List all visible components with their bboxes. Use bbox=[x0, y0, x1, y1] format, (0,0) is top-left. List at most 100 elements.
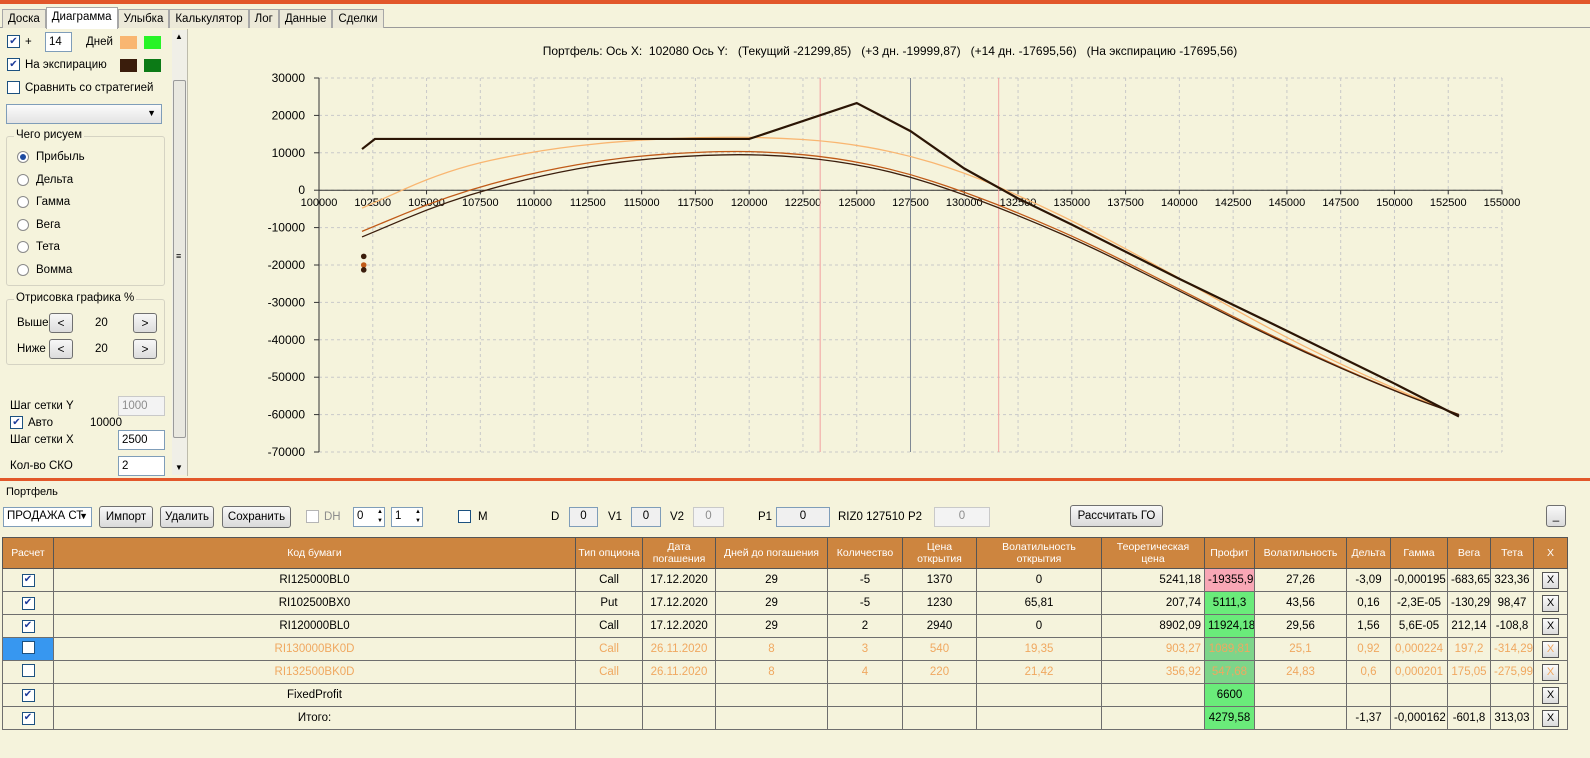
col-vol-header[interactable]: Волатильность bbox=[1254, 537, 1347, 569]
expiry-color-1-swatch[interactable] bbox=[120, 59, 137, 72]
tab-log[interactable]: Лог bbox=[248, 9, 279, 28]
cell-profit: -19355,9 bbox=[1204, 568, 1255, 592]
radio-theta[interactable]: Тета bbox=[17, 241, 60, 253]
tab-board[interactable]: Доска bbox=[2, 9, 46, 28]
expiry-color-2-swatch[interactable] bbox=[144, 59, 161, 72]
cell-profit: 6600 bbox=[1204, 683, 1255, 707]
tab-data[interactable]: Данные bbox=[278, 9, 333, 28]
xstep-input[interactable] bbox=[118, 430, 165, 450]
below-decrease-button[interactable]: < bbox=[49, 339, 73, 359]
col-theta-header[interactable]: Тета bbox=[1490, 537, 1534, 569]
col-theo-header[interactable]: Теоретическая цена bbox=[1101, 537, 1205, 569]
row-delete-button[interactable]: X bbox=[1542, 571, 1559, 589]
above-decrease-button[interactable]: < bbox=[49, 313, 73, 333]
col-calc-header[interactable]: Расчет bbox=[2, 537, 54, 569]
table-row[interactable]: ✔ RI102500BX0 Put 17.12.2020 29 -5 1230 65,81 20… bbox=[2, 591, 1568, 615]
row-calc-checkbox[interactable] bbox=[21, 664, 35, 677]
tab-smile[interactable]: Улыбка bbox=[117, 9, 170, 28]
below-increase-button[interactable]: > bbox=[133, 339, 157, 359]
col-open-header[interactable]: Цена открытия bbox=[902, 537, 977, 569]
plus-days-color-2-swatch[interactable] bbox=[144, 36, 161, 49]
cell-gamma: -2,3E-05 bbox=[1390, 591, 1448, 615]
import-button[interactable]: Импорт bbox=[99, 506, 153, 528]
table-row[interactable]: ✔ RI125000BL0 Call 17.12.2020 29 -5 1370 0 5241,… bbox=[2, 568, 1568, 592]
row-calc-checkbox[interactable] bbox=[21, 641, 35, 654]
col-type-header[interactable]: Тип опциона bbox=[575, 537, 643, 569]
scroll-down-icon[interactable]: ▼ bbox=[175, 463, 183, 472]
tab-deals[interactable]: Сделки bbox=[332, 9, 384, 28]
strategy-select[interactable]: ПРОДАЖА СТ ▼ bbox=[3, 507, 92, 527]
col-x-header[interactable]: X bbox=[1533, 537, 1568, 569]
row-calc-checkbox[interactable]: ✔ bbox=[21, 596, 35, 610]
row-calc-checkbox[interactable]: ✔ bbox=[21, 619, 35, 633]
table-row[interactable]: RI132500BK0D Call 26.11.2020 8 4 220 21,42 356,… bbox=[2, 660, 1568, 684]
table-row[interactable]: ✔ RI120000BL0 Call 17.12.2020 29 2 2940 0 8902,0… bbox=[2, 614, 1568, 638]
radio-vomma[interactable]: Вомма bbox=[17, 264, 72, 276]
col-gamma-header[interactable]: Гамма bbox=[1390, 537, 1448, 569]
radio-profit[interactable]: Прибыль bbox=[17, 151, 85, 163]
x-tick-label: 100000 bbox=[301, 197, 338, 209]
m-checkbox[interactable] bbox=[458, 510, 471, 523]
minimize-button[interactable]: _ bbox=[1546, 505, 1566, 527]
v2-value: 0 bbox=[693, 507, 724, 527]
compare-checkbox[interactable] bbox=[7, 81, 20, 94]
ystep-label: Шаг сетки Y bbox=[10, 400, 74, 412]
row-calc-checkbox[interactable]: ✔ bbox=[21, 688, 35, 702]
save-button[interactable]: Сохранить bbox=[222, 506, 291, 528]
row-calc-checkbox[interactable]: ✔ bbox=[21, 711, 35, 725]
dh-spin-1[interactable]: 0 ▲ ▼ bbox=[353, 507, 385, 527]
delete-button[interactable]: Удалить bbox=[160, 506, 214, 528]
row-calc-checkbox[interactable]: ✔ bbox=[21, 573, 35, 587]
settings-scrollbar[interactable]: ▲ ≡ ▼ bbox=[172, 30, 187, 475]
col-qty-header[interactable]: Количество bbox=[827, 537, 903, 569]
cell-vega bbox=[1447, 683, 1491, 707]
table-row[interactable]: RI130000BK0D Call 26.11.2020 8 3 540 19,35 903,… bbox=[2, 637, 1568, 661]
calculate-margin-button[interactable]: Рассчитать ГО bbox=[1070, 505, 1163, 527]
col-volopen-header[interactable]: Волатильность открытия bbox=[976, 537, 1102, 569]
row-delete-button[interactable]: X bbox=[1542, 640, 1559, 658]
radio-gamma[interactable]: Гамма bbox=[17, 196, 70, 208]
scroll-up-icon[interactable]: ▲ bbox=[175, 32, 183, 41]
auto-checkbox[interactable]: ✔ bbox=[10, 416, 23, 429]
current-point bbox=[360, 262, 367, 268]
plus-days-checkbox[interactable]: ✔ bbox=[7, 35, 20, 48]
col-code-header[interactable]: Код бумаги bbox=[53, 537, 576, 569]
col-vega-header[interactable]: Вега bbox=[1447, 537, 1491, 569]
above-increase-button[interactable]: > bbox=[133, 313, 157, 333]
tab-calculator[interactable]: Калькулятор bbox=[169, 9, 249, 28]
ystep-input[interactable] bbox=[118, 396, 165, 416]
cell-days: 29 bbox=[715, 591, 828, 615]
table-row[interactable]: ✔ FixedProfit 6600 X bbox=[2, 683, 1568, 707]
days-input[interactable] bbox=[45, 32, 72, 52]
sko-input[interactable] bbox=[118, 456, 165, 476]
col-days-header[interactable]: Дней до погашения bbox=[715, 537, 828, 569]
x-tick-label: 152500 bbox=[1430, 197, 1467, 209]
scroll-thumb[interactable]: ≡ bbox=[173, 80, 186, 438]
radio-vega[interactable]: Вега bbox=[17, 219, 60, 231]
plus-days-color-1-swatch[interactable] bbox=[120, 36, 137, 49]
row-delete-button[interactable]: X bbox=[1542, 617, 1559, 635]
plus-days-row: ✔ + bbox=[7, 35, 32, 48]
table-row[interactable]: ✔ Итого: 4279,58 -1,37 -0,000162 -601,8 313,03… bbox=[2, 706, 1568, 730]
dh-spin-2[interactable]: 1 ▲ ▼ bbox=[391, 507, 423, 527]
row-delete-button[interactable]: X bbox=[1542, 709, 1559, 727]
row-delete-button[interactable]: X bbox=[1542, 663, 1559, 681]
spin-arrows-icon[interactable]: ▲ ▼ bbox=[415, 508, 421, 526]
col-date-header[interactable]: Дата погашения bbox=[642, 537, 716, 569]
cell-date: 17.12.2020 bbox=[642, 614, 716, 638]
radio-delta[interactable]: Дельта bbox=[17, 174, 73, 186]
below-label: Ниже bbox=[17, 343, 46, 355]
strategy-dropdown[interactable]: ▼ bbox=[6, 104, 162, 124]
x-tick-label: 150000 bbox=[1376, 197, 1413, 209]
dh-checkbox[interactable] bbox=[306, 510, 319, 523]
dh-label: DH bbox=[324, 510, 341, 523]
row-delete-cell: X bbox=[1533, 660, 1568, 684]
col-delta-header[interactable]: Дельта bbox=[1346, 537, 1391, 569]
expiry-checkbox[interactable]: ✔ bbox=[7, 58, 20, 71]
row-delete-button[interactable]: X bbox=[1542, 686, 1559, 704]
tab-diagram[interactable]: Диаграмма bbox=[45, 7, 118, 29]
col-profit-header[interactable]: Профит bbox=[1204, 537, 1255, 569]
spin-arrows-icon[interactable]: ▲ ▼ bbox=[377, 508, 383, 526]
row-delete-button[interactable]: X bbox=[1542, 594, 1559, 612]
splitter[interactable] bbox=[0, 478, 1590, 483]
